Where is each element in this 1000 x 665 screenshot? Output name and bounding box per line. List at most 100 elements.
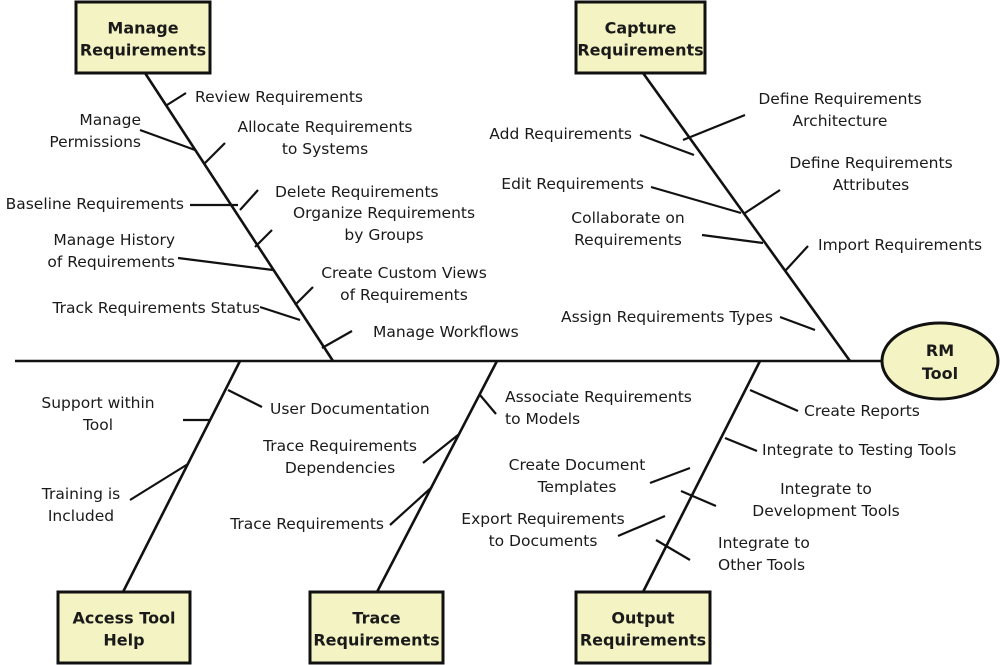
fishbone-diagram: RM Tool Manage Requirements Capture Require… [6, 0, 1000, 665]
cause-item: Organize Requirements by Groups [254, 204, 475, 248]
cause-item: Baseline Requirements [6, 195, 238, 213]
cause-label: Trace Requirements [262, 437, 417, 455]
cause-item: Define Requirements Attributes [744, 154, 953, 214]
cause-label: Support within [41, 394, 154, 412]
cause-twig-line [321, 330, 353, 349]
cause-label: Organize Requirements [293, 204, 475, 222]
trace-category-node: Trace Requirements [308, 590, 445, 665]
cause-label: Integrate to [718, 534, 810, 552]
cause-twig-line [204, 142, 226, 164]
output-category-box [574, 590, 712, 665]
cause-item: User Documentation [227, 389, 430, 418]
cause-twig-line [177, 256, 274, 272]
cause-item: Create Document Templates [509, 456, 691, 496]
cause-label: Tool [82, 416, 113, 434]
trace-category-label-line: Trace [352, 609, 400, 628]
cause-item: Add Requirements [489, 125, 695, 157]
cause-label: Training is [41, 485, 120, 503]
cause-label: Integrate to [780, 480, 872, 498]
access-category-node: Access Tool Help [56, 590, 192, 665]
capture-category-node: Capture Requirements [574, 0, 707, 75]
cause-item: Export Requirements to Documents [461, 510, 666, 550]
access-category-label-line: Access Tool [72, 609, 175, 628]
cause-label: Track Requirements Status [51, 299, 260, 317]
output-category-label-line: Output [611, 609, 674, 628]
cause-twig-line [389, 486, 433, 526]
cause-label: Edit Requirements [501, 175, 644, 193]
cause-item: Allocate Requirements to Systems [204, 118, 413, 164]
cause-item: Edit Requirements [501, 175, 742, 215]
cause-label: of Requirements [340, 286, 468, 304]
cause-item: Review Requirements [166, 88, 363, 106]
cause-twig-line [682, 113, 746, 142]
cause-item: Trace Requirements Dependencies [262, 434, 459, 477]
cause-item: Create Custom Views of Requirements [294, 264, 487, 306]
cause-label: Attributes [833, 176, 910, 194]
cause-label: Create Document [509, 456, 646, 474]
cause-label: Templates [537, 478, 617, 496]
capture-category-label-line: Capture [605, 19, 677, 38]
cause-label: to Models [505, 410, 580, 428]
cause-item: Integrate to Testing Tools [724, 436, 956, 459]
cause-label: Review Requirements [195, 88, 363, 106]
cause-label: Associate Requirements [505, 388, 692, 406]
cause-label: to Documents [489, 532, 598, 550]
output-category-node: Output Requirements [574, 590, 712, 665]
effect-label-line-2: Tool [922, 364, 958, 383]
cause-item: Define Requirements Architecture [682, 90, 922, 142]
cause-label: Allocate Requirements [237, 118, 412, 136]
cause-label: Create Custom Views [321, 264, 487, 282]
cause-twig-line [139, 128, 196, 152]
trace-category-box [308, 590, 445, 665]
manage-category-label-line: Manage [107, 19, 178, 38]
cause-label: Collaborate on [571, 209, 684, 227]
cause-label: Manage [79, 111, 141, 129]
cause-label: Add Requirements [489, 125, 632, 143]
cause-item: Create Reports [749, 388, 920, 420]
cause-label: Baseline Requirements [6, 195, 184, 213]
cause-twig-line [701, 233, 764, 245]
cause-label: of Requirements [47, 253, 175, 271]
cause-label: by Groups [344, 226, 423, 244]
cause-twig-line [239, 189, 259, 211]
output-category-label-line: Requirements [580, 631, 706, 650]
cause-item: Manage Workflows [321, 323, 519, 349]
cause-label: Define Requirements [758, 90, 921, 108]
effect-node: RM Tool [880, 321, 1000, 401]
cause-twig-line [744, 189, 781, 214]
cause-item: Trace Requirements [229, 486, 433, 533]
cause-label: Permissions [49, 133, 141, 151]
access-category-box [56, 590, 192, 665]
manage-category-box [74, 0, 212, 75]
cause-twig-line [254, 229, 273, 248]
cause-item: Integrate to Development Tools [680, 480, 900, 520]
cause-item: Integrate to Other Tools [655, 534, 810, 574]
cause-twig-line [785, 245, 809, 271]
cause-twig-line [294, 286, 314, 306]
cause-twig-line [649, 466, 691, 485]
effect-label-line-1: RM [926, 341, 954, 360]
cause-item: Import Requirements [785, 236, 982, 271]
cause-label: Create Reports [804, 402, 920, 420]
cause-label: Import Requirements [818, 236, 982, 254]
cause-item: Assign Requirements Types [561, 308, 816, 332]
cause-label: User Documentation [270, 400, 430, 418]
cause-label: Dependencies [285, 459, 395, 477]
cause-label: Other Tools [718, 556, 805, 574]
cause-label: Assign Requirements Types [561, 308, 773, 326]
cause-item: Track Requirements Status [51, 299, 301, 322]
cause-label: Integrate to Testing Tools [762, 441, 956, 459]
cause-label: to Systems [282, 140, 368, 158]
cause-twig-line [749, 388, 799, 413]
trace-category-label-line: Requirements [313, 631, 439, 650]
cause-twig-line [227, 389, 263, 408]
cause-label: Requirements [574, 231, 682, 249]
cause-label: Manage Workflows [373, 323, 519, 341]
cause-twig-line [617, 514, 666, 538]
cause-label: Manage History [53, 231, 175, 249]
cause-label: Export Requirements [461, 510, 624, 528]
cause-label: Architecture [793, 112, 888, 130]
cause-twig-line [259, 305, 301, 322]
cause-item: Manage History of Requirements [47, 231, 274, 272]
cause-label: Trace Requirements [229, 515, 384, 533]
